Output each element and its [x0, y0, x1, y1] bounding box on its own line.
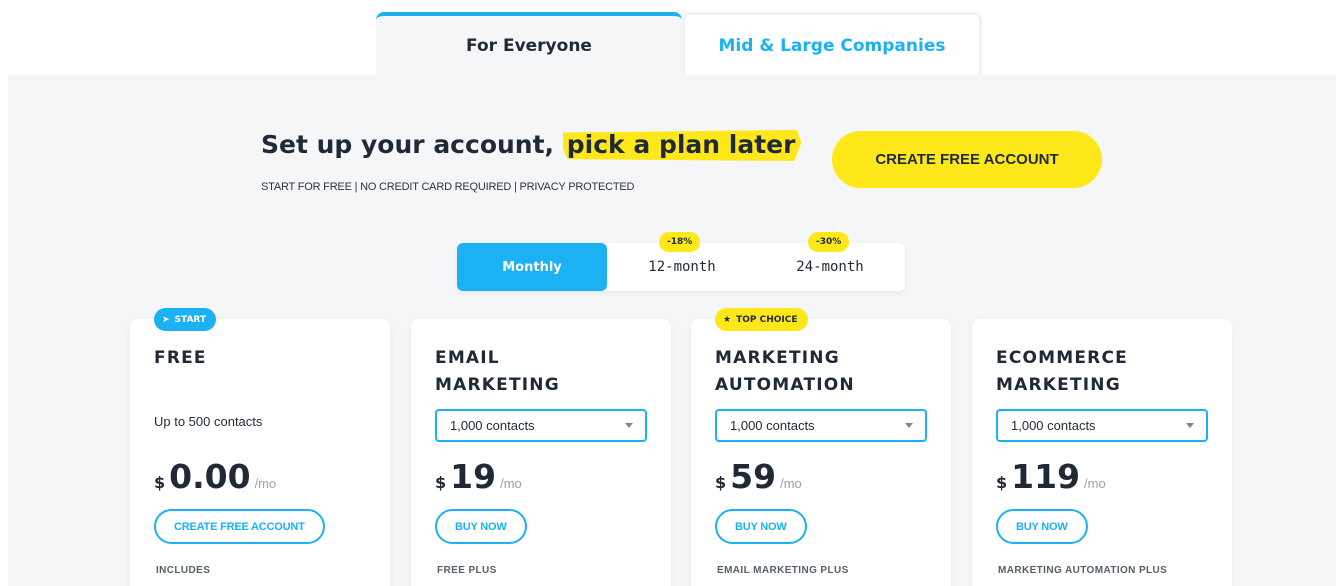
plan-title: FREE: [154, 345, 207, 372]
includes-label: FREE PLUS: [437, 565, 497, 576]
contacts-select-value: 1,000 contacts: [450, 418, 535, 433]
plan-price: $ 19 /mo: [435, 457, 522, 496]
price-currency: $: [154, 473, 166, 492]
headline-highlight: pick a plan later: [562, 130, 802, 161]
chevron-down-icon: [1186, 423, 1194, 428]
audience-tabs: For Everyone Mid & Large Companies: [376, 12, 982, 76]
billing-option-monthly[interactable]: Monthly: [457, 243, 607, 291]
includes-label: INCLUDES: [156, 565, 211, 576]
billing-period-toggle: Monthly 12-month 24-month -18% -30%: [457, 232, 905, 291]
price-period: /mo: [1084, 476, 1106, 491]
plan-price: $ 59 /mo: [715, 457, 802, 496]
price-currency: $: [996, 473, 1008, 492]
contacts-select[interactable]: 1,000 contacts: [715, 409, 927, 442]
contacts-limit: Up to 500 contacts: [154, 414, 263, 429]
buy-now-button[interactable]: BUY NOW: [435, 509, 527, 544]
price-period: /mo: [780, 476, 802, 491]
plan-title-line: MARKETING: [715, 348, 840, 368]
plan-title-line: EMAIL: [435, 348, 500, 368]
plan-price: $ 0.00 /mo: [154, 457, 276, 496]
discount-badge-12-month: -18%: [659, 232, 701, 252]
chevron-down-icon: [905, 423, 913, 428]
price-amount: 19: [450, 457, 497, 496]
buy-now-button[interactable]: BUY NOW: [996, 509, 1088, 544]
plan-card-marketing-automation: ★ TOP CHOICE MARKETING AUTOMATION 1,000 …: [691, 308, 951, 586]
includes-label: EMAIL MARKETING PLUS: [717, 565, 849, 576]
contacts-select-value: 1,000 contacts: [1011, 418, 1096, 433]
badge-label: TOP CHOICE: [736, 314, 798, 325]
plan-title: ECOMMERCE MARKETING: [996, 345, 1128, 399]
plan-card-email-marketing: EMAIL MARKETING 1,000 contacts $ 19 /mo …: [411, 319, 671, 586]
create-free-account-button[interactable]: CREATE FREE ACCOUNT: [832, 131, 1102, 188]
plan-price: $ 119 /mo: [996, 457, 1106, 496]
page-headline: Set up your account, pick a plan later: [261, 130, 802, 161]
price-amount: 0.00: [169, 457, 251, 496]
discount-badge-24-month: -30%: [808, 232, 850, 252]
plan-card-ecommerce-marketing: ECOMMERCE MARKETING 1,000 contacts $ 119…: [972, 319, 1232, 586]
plan-title-line: AUTOMATION: [715, 375, 855, 395]
plan-title-line: ECOMMERCE: [996, 348, 1128, 368]
plan-title: MARKETING AUTOMATION: [715, 345, 855, 399]
price-currency: $: [715, 473, 727, 492]
start-badge: ➤ START: [154, 308, 217, 331]
plan-title-line: FREE: [154, 348, 207, 368]
contacts-select[interactable]: 1,000 contacts: [996, 409, 1208, 442]
price-currency: $: [435, 473, 447, 492]
plan-card-free: ➤ START FREE Up to 500 contacts $ 0.00 /…: [130, 308, 390, 586]
buy-now-button[interactable]: BUY NOW: [715, 509, 807, 544]
contacts-select-value: 1,000 contacts: [730, 418, 815, 433]
plan-title-line: MARKETING: [996, 375, 1121, 395]
star-icon: ★: [723, 314, 732, 325]
plan-title-line: MARKETING: [435, 375, 560, 395]
headline-text: Set up your account,: [261, 130, 563, 159]
badge-label: START: [174, 314, 207, 325]
tab-for-everyone[interactable]: For Everyone: [376, 12, 682, 76]
tab-mid-large-companies[interactable]: Mid & Large Companies: [682, 12, 982, 76]
plan-title: EMAIL MARKETING: [435, 345, 560, 399]
contacts-select[interactable]: 1,000 contacts: [435, 409, 647, 442]
price-period: /mo: [254, 476, 277, 491]
chevron-down-icon: [625, 423, 633, 428]
price-amount: 119: [1011, 457, 1081, 496]
price-period: /mo: [500, 476, 522, 491]
includes-label: MARKETING AUTOMATION PLUS: [998, 565, 1168, 576]
top-choice-badge: ★ TOP CHOICE: [715, 308, 808, 331]
create-free-account-plan-button[interactable]: CREATE FREE ACCOUNT: [154, 509, 325, 544]
rocket-icon: ➤: [162, 314, 170, 325]
price-amount: 59: [730, 457, 777, 496]
headline-subtitle: START FOR FREE | NO CREDIT CARD REQUIRED…: [261, 181, 635, 193]
